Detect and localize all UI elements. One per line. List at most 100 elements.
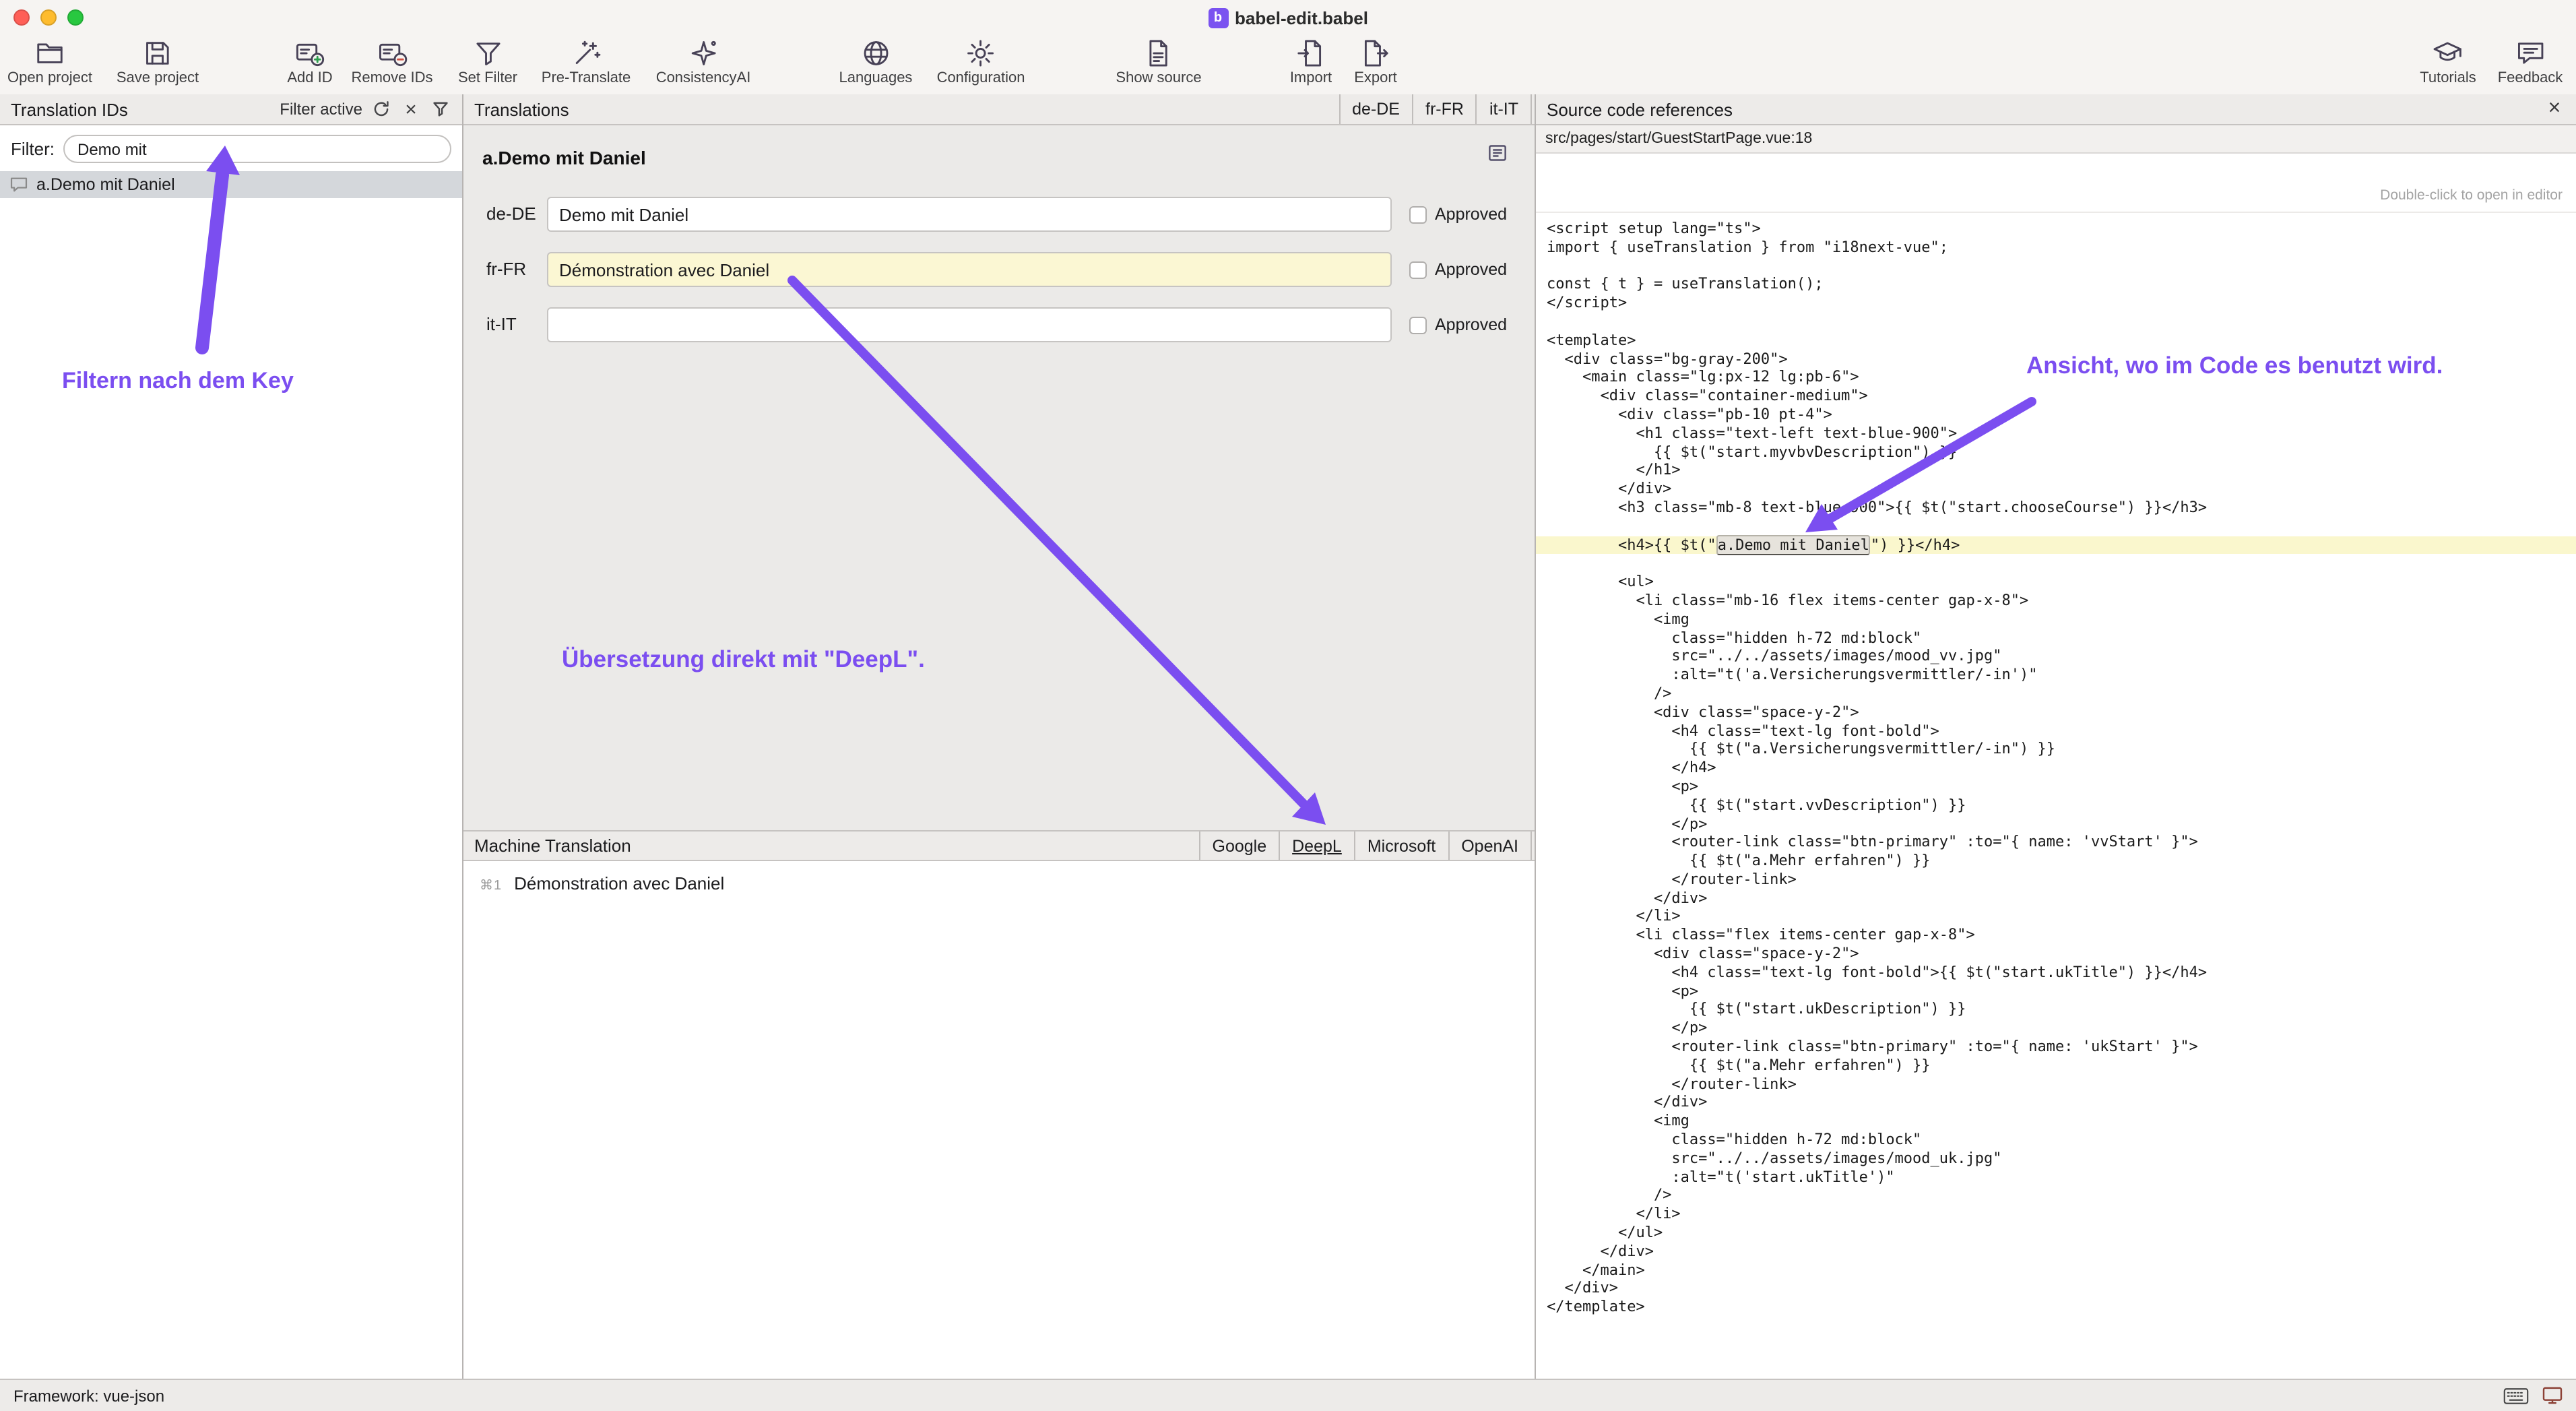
machine-translation-header: Machine Translation Google DeepL Microso… — [463, 830, 1535, 861]
mt-tab-deepl[interactable]: DeepL — [1279, 832, 1354, 860]
source-references-header: Source code references × — [1536, 94, 2576, 125]
toolbar-save-project[interactable]: Save project — [117, 36, 199, 86]
language-tab-fr[interactable]: fr-FR — [1412, 94, 1476, 124]
mt-tab-microsoft[interactable]: Microsoft — [1354, 832, 1448, 860]
panel-title: Translation IDs — [11, 99, 128, 119]
code-line: </li> — [1536, 908, 2576, 927]
code-line: <p> — [1536, 778, 2576, 796]
filter-row: Filter: — [0, 125, 462, 171]
zoom-window-button[interactable] — [67, 9, 84, 26]
close-window-button[interactable] — [13, 9, 30, 26]
mt-tab-openai[interactable]: OpenAI — [1448, 832, 1532, 860]
code-line: <router-link class="btn-primary" :to="{ … — [1536, 834, 2576, 852]
filter-active-label: Filter active — [280, 100, 362, 119]
file-path-label: src/pages/start/GuestStartPage.vue:18 — [1545, 131, 1812, 147]
approved-checkbox[interactable] — [1409, 316, 1427, 334]
clear-filter-icon[interactable]: × — [400, 98, 422, 120]
code-line: :alt="t('start.ukTitle')" — [1536, 1168, 2576, 1187]
translation-input-it[interactable] — [547, 307, 1392, 342]
toolbar-import[interactable]: Import — [1290, 36, 1332, 86]
source-code: <script setup lang="ts">import { useTran… — [1536, 213, 2576, 1379]
code-line: <p> — [1536, 982, 2576, 1001]
toolbar-tutorials[interactable]: Tutorials — [2420, 36, 2476, 86]
code-line: class="hidden h-72 md:block" — [1536, 1131, 2576, 1150]
id-card-plus-icon — [294, 36, 325, 70]
toolbar-languages[interactable]: Languages — [839, 36, 913, 86]
code-line: /> — [1536, 1187, 2576, 1205]
toolbar-label: Remove IDs — [351, 70, 432, 86]
toolbar-label: Add ID — [287, 70, 332, 86]
display-icon[interactable] — [2542, 1387, 2563, 1404]
source-references-panel: Source code references × src/pages/start… — [1536, 94, 2576, 1379]
translation-ids-panel: Translation IDs Filter active × Filter: … — [0, 94, 463, 1379]
mt-result-text[interactable]: Démonstration avec Daniel — [514, 873, 724, 893]
traffic-lights — [13, 9, 84, 26]
code-line: </div> — [1536, 1243, 2576, 1261]
code-line: <h4>{{ $t("a.Demo mit Daniel") }}</h4> — [1536, 536, 2576, 555]
translation-input-fr[interactable] — [547, 252, 1392, 287]
approved-checkbox[interactable] — [1409, 206, 1427, 223]
language-label: fr-FR — [486, 259, 526, 279]
code-line: <script setup lang="ts"> — [1536, 220, 2576, 239]
code-line: src="../../assets/images/mood_vv.jpg" — [1536, 648, 2576, 666]
minimize-window-button[interactable] — [40, 9, 57, 26]
export-document-icon — [1360, 36, 1391, 70]
code-line: </p> — [1536, 815, 2576, 834]
approved-label: Approved — [1435, 260, 1507, 279]
translations-editor: a.Demo mit Daniel de-DE Approved fr-FR — [463, 125, 1535, 830]
approved-label: Approved — [1435, 205, 1507, 224]
window-title: babel-edit.babel — [1235, 7, 1368, 28]
open-editor-hint: Double-click to open in editor — [1536, 154, 2576, 213]
toolbar-label: Languages — [839, 70, 913, 86]
toolbar-show-source[interactable]: Show source — [1116, 36, 1201, 86]
globe-icon — [860, 36, 891, 70]
toolbar-add-id[interactable]: Add ID — [287, 36, 332, 86]
titlebar: b babel-edit.babel — [0, 0, 2576, 35]
translation-row-de: de-DE Approved — [463, 197, 1535, 232]
mt-provider-tab-group: Google DeepL Microsoft OpenAI — [1199, 832, 1533, 860]
translation-input-de[interactable] — [547, 197, 1392, 232]
statusbar: Framework: vue-json — [0, 1379, 2576, 1411]
code-line: </div> — [1536, 889, 2576, 908]
code-line: {{ $t("a.Versicherungsvermittler/-in") }… — [1536, 741, 2576, 759]
translation-id-list: a.Demo mit Daniel — [0, 171, 462, 1379]
approved-group: Approved — [1409, 260, 1507, 279]
language-tab-de[interactable]: de-DE — [1339, 94, 1412, 124]
toolbar-configuration[interactable]: Configuration — [937, 36, 1025, 86]
approved-group: Approved — [1409, 205, 1507, 224]
language-tab-it[interactable]: it-IT — [1476, 94, 1532, 124]
window-title-group: b babel-edit.babel — [1208, 7, 1368, 28]
toolbar-remove-ids[interactable]: Remove IDs — [351, 36, 432, 86]
toolbar-export[interactable]: Export — [1354, 36, 1397, 86]
keyboard-icon[interactable] — [2503, 1387, 2529, 1404]
code-line: <li class="mb-16 flex items-center gap-x… — [1536, 592, 2576, 610]
babeledit-window: b babel-edit.babel Open project Save pro… — [0, 0, 2576, 1411]
approved-checkbox[interactable] — [1409, 261, 1427, 278]
translations-panel: Translations de-DE fr-FR it-IT a.Demo mi… — [463, 94, 1536, 1379]
toolbar-set-filter[interactable]: Set Filter — [458, 36, 517, 86]
toolbar-consistency-ai[interactable]: ConsistencyAI — [656, 36, 751, 86]
mt-tab-google[interactable]: Google — [1199, 832, 1279, 860]
toolbar-label: Save project — [117, 70, 199, 86]
code-line: </router-link> — [1536, 871, 2576, 889]
close-panel-icon[interactable]: × — [2544, 98, 2565, 120]
code-line: </div> — [1536, 480, 2576, 499]
code-line: {{ $t("a.Mehr erfahren") }} — [1536, 852, 2576, 871]
toolbar-label: Open project — [7, 70, 92, 86]
code-line: import { useTranslation } from "i18next-… — [1536, 239, 2576, 257]
translation-id-item[interactable]: a.Demo mit Daniel — [0, 171, 462, 198]
toolbar-feedback[interactable]: Feedback — [2498, 36, 2563, 86]
gear-icon — [965, 36, 996, 70]
comment-note-icon[interactable] — [1487, 143, 1508, 163]
filter-funnel-icon[interactable] — [430, 98, 451, 120]
code-line: {{ $t("start.myvbvDescription") }} — [1536, 443, 2576, 462]
source-file-reference[interactable]: src/pages/start/GuestStartPage.vue:18 — [1536, 125, 2576, 154]
code-line: <template> — [1536, 332, 2576, 350]
highlighted-translation-key[interactable]: a.Demo mit Daniel — [1716, 534, 1871, 555]
mt-shortcut-hint: ⌘1 — [480, 879, 502, 893]
refresh-icon[interactable] — [371, 98, 392, 120]
filter-input[interactable] — [63, 135, 451, 163]
toolbar-open-project[interactable]: Open project — [7, 36, 92, 86]
funnel-icon — [472, 36, 503, 70]
toolbar-pre-translate[interactable]: Pre-Translate — [542, 36, 631, 86]
